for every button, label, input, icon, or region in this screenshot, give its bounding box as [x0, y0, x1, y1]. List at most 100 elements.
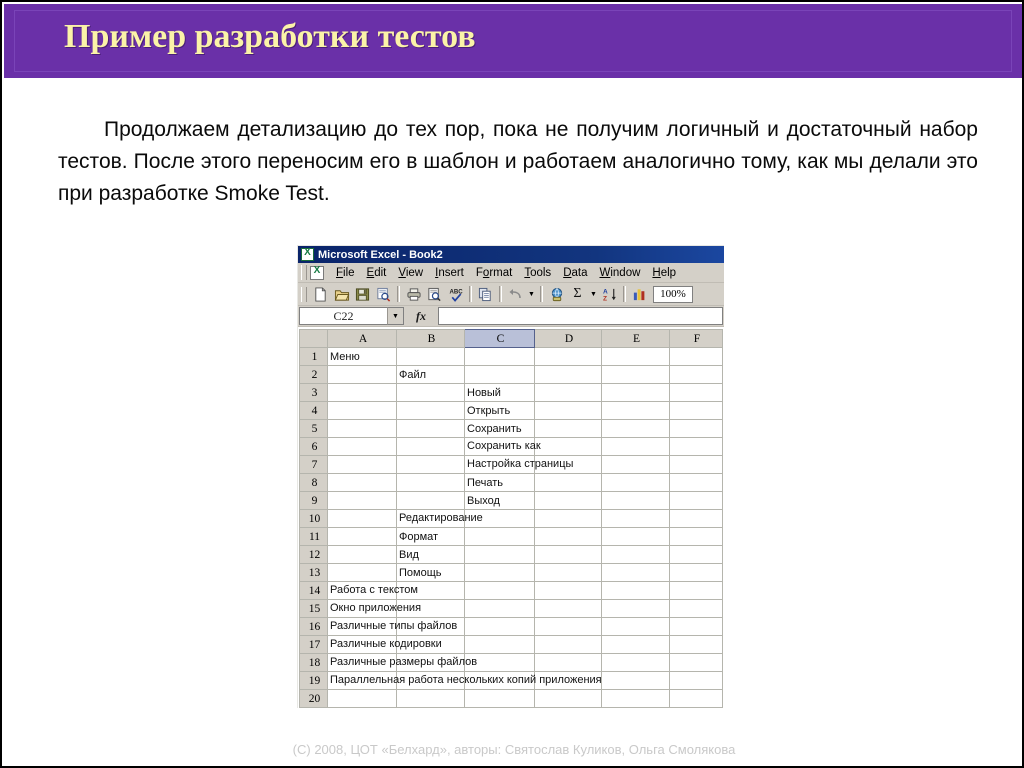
search-document-icon[interactable] [373, 284, 394, 304]
sheet-cell-d11[interactable] [534, 527, 602, 546]
sheet-cell-c14[interactable] [464, 581, 535, 600]
sort-ascending-icon[interactable]: AZ [599, 284, 620, 304]
row-header[interactable]: 14 [299, 581, 328, 600]
sheet-cell-a4[interactable] [327, 401, 397, 420]
sheet-cell-c8[interactable]: Печать [464, 473, 535, 492]
sheet-cell-c15[interactable] [464, 599, 535, 618]
menu-item-edit[interactable]: Edit [361, 266, 393, 280]
sheet-cell-f14[interactable] [669, 581, 723, 600]
sheet-cell-b1[interactable] [396, 347, 465, 366]
sheet-cell-c3[interactable]: Новый [464, 383, 535, 402]
sheet-cell-a6[interactable] [327, 437, 397, 456]
row-header[interactable]: 9 [299, 491, 328, 510]
menu-item-file[interactable]: File [330, 266, 361, 280]
sheet-cell-c20[interactable] [464, 689, 535, 708]
sheet-cell-d2[interactable] [534, 365, 602, 384]
sheet-cell-c13[interactable] [464, 563, 535, 582]
sheet-cell-e19[interactable] [601, 671, 670, 690]
sheet-cell-d5[interactable] [534, 419, 602, 438]
sheet-cell-c16[interactable] [464, 617, 535, 636]
menu-item-view[interactable]: View [392, 266, 429, 280]
sheet-cell-c5[interactable]: Сохранить [464, 419, 535, 438]
sheet-cell-f10[interactable] [669, 509, 723, 528]
sheet-cell-a10[interactable] [327, 509, 397, 528]
sheet-cell-a14[interactable]: Работа с текстом [327, 581, 418, 600]
column-header-f[interactable]: F [669, 329, 723, 348]
sheet-cell-f12[interactable] [669, 545, 723, 564]
row-header[interactable]: 12 [299, 545, 328, 564]
sheet-cell-d15[interactable] [534, 599, 602, 618]
sheet-cell-a17[interactable]: Различные кодировки [327, 635, 442, 654]
sheet-cell-f18[interactable] [669, 653, 723, 672]
menu-item-insert[interactable]: Insert [429, 266, 470, 280]
sheet-cell-e7[interactable] [601, 455, 670, 474]
sheet-cell-f19[interactable] [669, 671, 723, 690]
sheet-cell-d6[interactable] [534, 437, 602, 456]
sheet-cell-b2[interactable]: Файл [396, 365, 465, 384]
sheet-cell-e9[interactable] [601, 491, 670, 510]
column-header-d[interactable]: D [534, 329, 602, 348]
sheet-cell-c9[interactable]: Выход [464, 491, 535, 510]
workbook-icon[interactable] [310, 265, 324, 280]
sheet-cell-e10[interactable] [601, 509, 670, 528]
sheet-cell-f5[interactable] [669, 419, 723, 438]
sheet-cell-e15[interactable] [601, 599, 670, 618]
print-icon[interactable] [403, 284, 424, 304]
sheet-cell-f11[interactable] [669, 527, 723, 546]
sheet-cell-c1[interactable] [464, 347, 535, 366]
sheet-cell-a12[interactable] [327, 545, 397, 564]
undo-icon[interactable] [505, 284, 526, 304]
menu-item-data[interactable]: Data [557, 266, 593, 280]
sheet-cell-c6[interactable]: Сохранить как [464, 437, 541, 456]
sheet-cell-d14[interactable] [534, 581, 602, 600]
sheet-cell-e8[interactable] [601, 473, 670, 492]
column-header-b[interactable]: B [396, 329, 465, 348]
sheet-cell-f9[interactable] [669, 491, 723, 510]
sheet-cell-f20[interactable] [669, 689, 723, 708]
sheet-cell-e13[interactable] [601, 563, 670, 582]
open-folder-icon[interactable] [331, 284, 352, 304]
undo-dropdown-arrow[interactable]: ▼ [526, 284, 537, 304]
sheet-cell-a7[interactable] [327, 455, 397, 474]
toolbar-grip-handle[interactable] [301, 286, 307, 302]
sheet-cell-e4[interactable] [601, 401, 670, 420]
sheet-cell-e20[interactable] [601, 689, 670, 708]
insert-function-icon[interactable]: fx [404, 307, 438, 325]
sheet-cell-e14[interactable] [601, 581, 670, 600]
row-header[interactable]: 5 [299, 419, 328, 438]
sheet-cell-f2[interactable] [669, 365, 723, 384]
new-document-icon[interactable] [310, 284, 331, 304]
row-header[interactable]: 18 [299, 653, 328, 672]
sheet-cell-a5[interactable] [327, 419, 397, 438]
column-header-a[interactable]: A [327, 329, 397, 348]
sheet-cell-f8[interactable] [669, 473, 723, 492]
row-header[interactable]: 10 [299, 509, 328, 528]
sheet-cell-b20[interactable] [396, 689, 465, 708]
sheet-cell-e2[interactable] [601, 365, 670, 384]
sheet-cell-e3[interactable] [601, 383, 670, 402]
sheet-cell-f17[interactable] [669, 635, 723, 654]
sheet-cell-a20[interactable] [327, 689, 397, 708]
sheet-cell-b8[interactable] [396, 473, 465, 492]
sheet-cell-e11[interactable] [601, 527, 670, 546]
zoom-level-box[interactable]: 100% [653, 285, 693, 303]
sheet-cell-b9[interactable] [396, 491, 465, 510]
print-preview-icon[interactable] [424, 284, 445, 304]
sheet-cell-f3[interactable] [669, 383, 723, 402]
sheet-cell-c12[interactable] [464, 545, 535, 564]
sheet-cell-d3[interactable] [534, 383, 602, 402]
menu-item-help[interactable]: Help [646, 266, 682, 280]
row-header[interactable]: 20 [299, 689, 328, 708]
sheet-cell-f1[interactable] [669, 347, 723, 366]
sheet-cell-d13[interactable] [534, 563, 602, 582]
sheet-cell-d16[interactable] [534, 617, 602, 636]
sheet-cell-e6[interactable] [601, 437, 670, 456]
sheet-cell-a19[interactable]: Параллельная работа нескольких копий при… [327, 671, 602, 690]
sheet-cell-c17[interactable] [464, 635, 535, 654]
copy-icon[interactable] [475, 284, 496, 304]
autosum-icon[interactable]: Σ [567, 284, 588, 304]
sheet-cell-e12[interactable] [601, 545, 670, 564]
sheet-cell-e17[interactable] [601, 635, 670, 654]
row-header[interactable]: 17 [299, 635, 328, 654]
row-header[interactable]: 19 [299, 671, 328, 690]
